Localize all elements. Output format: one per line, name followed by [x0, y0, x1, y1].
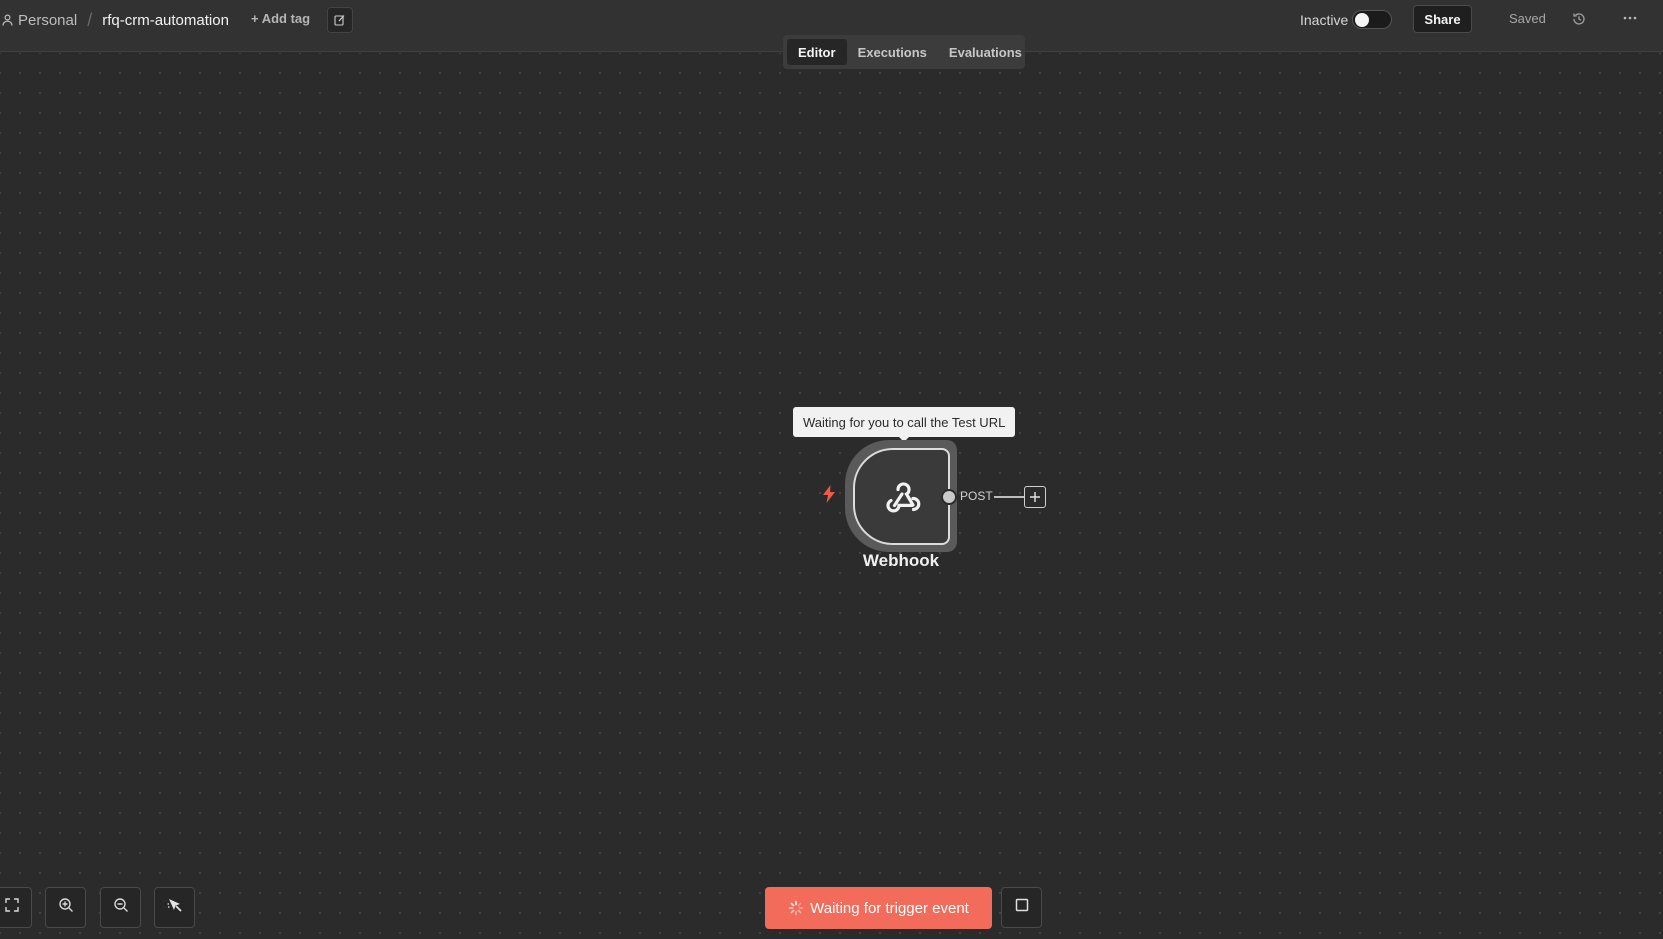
tab-evaluations[interactable]: Evaluations [938, 39, 1033, 65]
breadcrumb-separator: / [87, 9, 93, 30]
share-button[interactable]: Share [1413, 5, 1472, 33]
node-label: Webhook [862, 551, 940, 570]
tab-executions[interactable]: Executions [847, 39, 938, 65]
breadcrumb: Personal / rfq-crm-automation [2, 0, 229, 40]
person-icon [2, 14, 13, 26]
stop-icon [1015, 898, 1029, 917]
saved-status: Saved [1509, 11, 1546, 26]
lightning-bolt-icon [821, 485, 837, 503]
trigger-button-label: Waiting for trigger event [810, 899, 969, 917]
webhook-node[interactable] [853, 448, 950, 545]
breadcrumb-personal[interactable]: Personal [18, 12, 77, 29]
status-label: Inactive [1300, 12, 1349, 28]
zoom-out-icon [113, 897, 129, 918]
zoom-in-button[interactable] [45, 887, 86, 928]
output-handle[interactable] [941, 489, 957, 505]
tidy-up-icon [166, 896, 184, 919]
add-node-button[interactable] [1024, 486, 1046, 508]
spinner-icon [788, 900, 804, 916]
fit-view-icon [4, 897, 20, 918]
active-toggle[interactable] [1352, 10, 1392, 29]
output-label: POST [960, 489, 993, 503]
edit-icon[interactable] [327, 7, 353, 33]
add-tag-button[interactable]: + Add tag [251, 11, 310, 26]
zoom-out-button[interactable] [100, 887, 141, 928]
tab-editor[interactable]: Editor [787, 39, 847, 65]
toggle-knob [1355, 13, 1369, 27]
more-icon[interactable] [1622, 10, 1638, 26]
connector-line [994, 496, 1024, 498]
fit-view-button[interactable] [0, 887, 32, 928]
stop-button[interactable] [1001, 887, 1042, 928]
waiting-tooltip: Waiting for you to call the Test URL [793, 407, 1016, 437]
history-icon[interactable] [1571, 11, 1587, 27]
zoom-in-icon [58, 897, 74, 918]
tidy-up-button[interactable] [154, 887, 195, 928]
workflow-name[interactable]: rfq-crm-automation [102, 12, 229, 29]
webhook-icon [880, 472, 924, 521]
waiting-trigger-button[interactable]: Waiting for trigger event [765, 887, 992, 929]
plus-icon [1030, 492, 1040, 502]
view-tabs: Editor Executions Evaluations [783, 35, 1025, 69]
